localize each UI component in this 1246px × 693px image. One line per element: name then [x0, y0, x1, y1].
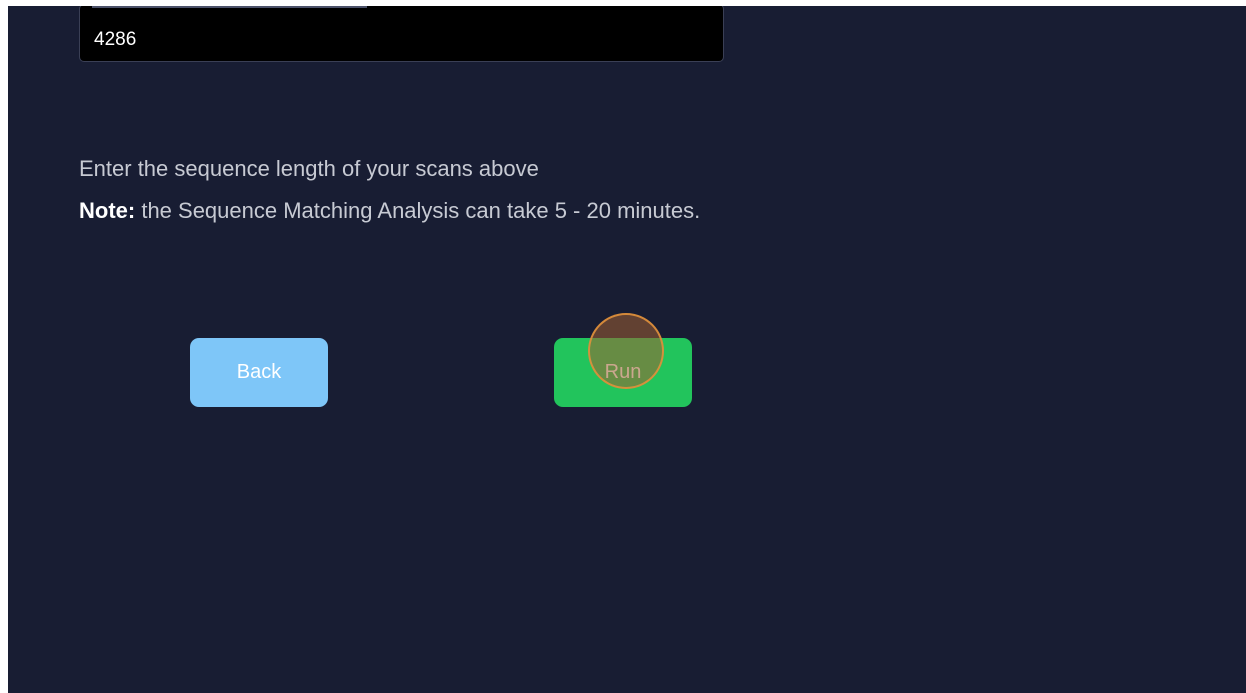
- input-focus-highlight: [92, 6, 367, 8]
- app-frame: Enter the sequence length of your scans …: [8, 6, 1246, 693]
- note-line: Note: the Sequence Matching Analysis can…: [79, 190, 700, 232]
- back-button[interactable]: Back: [190, 338, 328, 407]
- instructions: Enter the sequence length of your scans …: [79, 148, 700, 232]
- sequence-length-input[interactable]: [79, 6, 724, 62]
- instruction-text: Enter the sequence length of your scans …: [79, 156, 539, 181]
- note-text: the Sequence Matching Analysis can take …: [135, 198, 701, 223]
- run-button[interactable]: Run: [554, 338, 692, 407]
- note-label: Note:: [79, 198, 136, 223]
